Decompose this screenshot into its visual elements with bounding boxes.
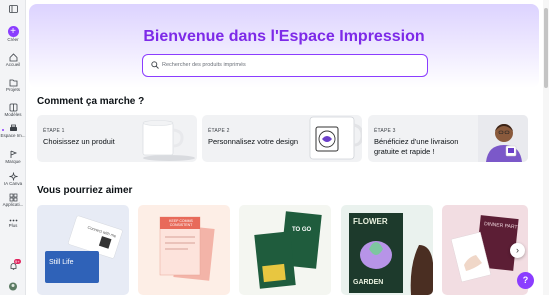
scrollbar[interactable] [543,0,549,295]
main-content: Bienvenue dans l'Espace Impression Reche… [27,0,542,295]
template-icon [9,103,17,112]
sidebar-item-home[interactable]: Accueil [0,53,26,67]
step-tag: ÉTAPE 3 [374,128,396,134]
custom-mug-image [309,116,362,160]
notifications-button[interactable]: 9+ [0,259,26,271]
folder-icon [9,79,17,87]
sidebar-item-label: Accueil [5,62,21,67]
sidebar-item-print[interactable]: Espace Im... [0,124,26,138]
printer-icon [9,124,17,131]
search-input[interactable]: Rechercher des produits imprimés [142,54,428,77]
sidebar-item-label: Marque [5,159,21,164]
sidebar-item-label: Applicati... [2,202,24,207]
sidebar-item-brand[interactable]: Marque [0,150,26,164]
help-button[interactable]: ? [517,272,534,289]
product-card-poster[interactable]: FLOWER GARDEN [341,205,433,295]
person-with-mug-image [478,115,528,162]
card-art-text: KEEP COMMS CONSISTENT [169,219,193,227]
section-title-how-it-works: Comment ça marche ? [37,96,145,107]
chevron-right-icon: › [516,245,519,255]
sidebar-item-label: Projets [5,87,20,92]
section-title-recommendations: Vous pourriez aimer [37,185,133,196]
sidebar: + Créer Accueil Projets Modèles Espace I… [0,0,26,295]
avatar-icon [9,282,17,291]
business-card-image [45,215,123,283]
plus-icon: + [7,26,19,37]
product-card-business-card[interactable]: Connect with me Still Life [37,205,129,295]
sidebar-item-label: Plus [8,223,18,228]
step-tag: ÉTAPE 1 [43,128,65,134]
card-art-subtext: GARDEN [353,279,384,286]
sidebar-item-apps[interactable]: Applicati... [0,193,26,207]
sidebar-item-more[interactable]: Plus [0,218,26,228]
panel-toggle-icon [8,5,18,13]
product-card-menu[interactable]: TO GO [239,205,331,295]
step-text: Bénéficiez d'une livraison gratuite et r… [374,137,459,156]
sidebar-item-label: Espace Im... [0,133,26,138]
sidebar-item-ai[interactable]: IA Canva [0,172,26,186]
sidebar-item-label: IA Canva [3,181,23,186]
search-icon [151,61,159,69]
menu-flyer-image [254,211,322,289]
card-art-text: TO GO [292,227,312,233]
step-card-3[interactable]: ÉTAPE 3 Bénéficiez d'une livraison gratu… [368,115,528,162]
home-icon [9,53,17,62]
scrollbar-thumb[interactable] [544,8,548,88]
sidebar-item-templates[interactable]: Modèles [0,103,26,117]
sidebar-item-create[interactable]: + Créer [0,26,26,42]
carousel-next-button[interactable]: › [510,243,525,258]
step-text: Personnalisez votre design [208,137,299,146]
hero-banner: Bienvenue dans l'Espace Impression Reche… [29,4,539,88]
card-art-text: FLOWER [353,217,388,226]
product-card-flyer[interactable]: KEEP COMMS CONSISTENT [138,205,230,295]
sidebar-item-label: Modèles [4,112,22,117]
step-card-1[interactable]: ÉTAPE 1 Choisissez un produit [37,115,197,162]
page-title: Bienvenue dans l'Espace Impression [143,28,425,45]
sidebar-item-projects[interactable]: Projets [0,78,26,92]
brand-icon [10,150,17,158]
step-card-2[interactable]: ÉTAPE 2 Personnalisez votre design [202,115,362,162]
apps-icon [9,193,17,202]
step-tag: ÉTAPE 2 [208,128,230,134]
search-placeholder: Rechercher des produits imprimés [162,62,246,68]
sparkle-icon [8,172,18,181]
mug-image [142,120,195,161]
account-avatar[interactable] [0,282,26,291]
step-text: Choisissez un produit [43,137,115,146]
sidebar-toggle[interactable] [0,5,26,13]
card-art-text: Still Life [49,259,74,266]
notification-badge: 9+ [14,259,21,264]
sidebar-item-label: Créer [7,37,19,42]
active-indicator [2,129,4,131]
